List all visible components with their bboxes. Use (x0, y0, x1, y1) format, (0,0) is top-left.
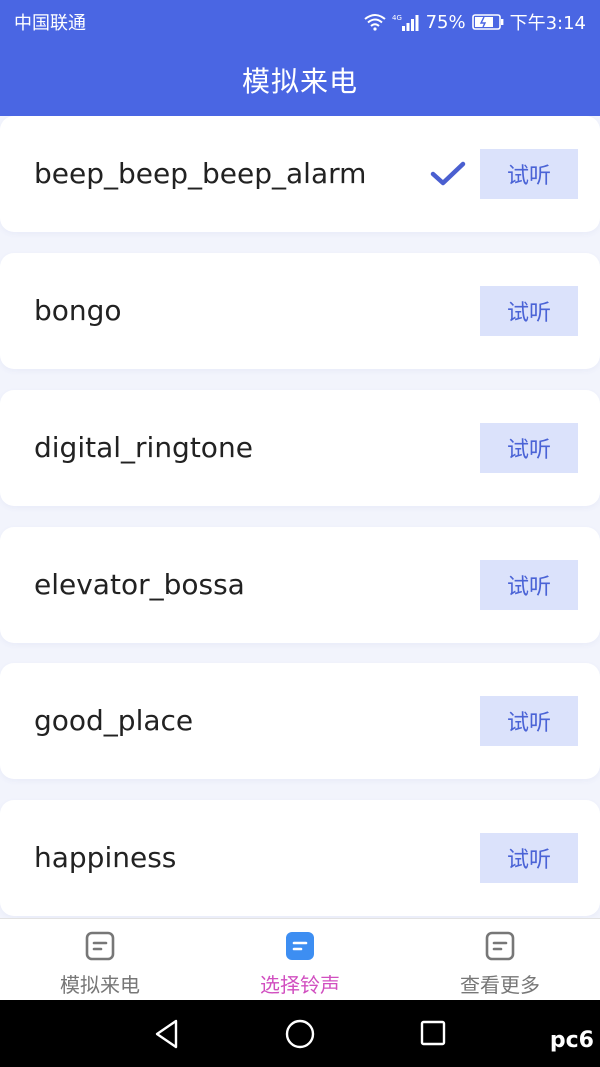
ringtone-item[interactable]: good_place 试听 (0, 663, 600, 779)
watermark-logo: pc6 (549, 1028, 594, 1053)
battery-percent: 75% (425, 11, 466, 33)
ringtone-list[interactable]: beep_beep_beep_alarm 试听 bongo 试听 digital… (0, 116, 600, 918)
battery-icon (471, 14, 503, 30)
tab-label: 查看更多 (460, 973, 540, 997)
tab-simulate-call[interactable]: 模拟来电 (0, 919, 200, 1000)
ringtone-item[interactable]: happiness 试听 (0, 800, 600, 916)
network-type-label: 4G (392, 14, 402, 22)
preview-button[interactable]: 试听 (480, 423, 578, 473)
clock: 下午3:14 (509, 13, 586, 34)
ringtone-name: beep_beep_beep_alarm (34, 157, 367, 190)
page-title: 模拟来电 (241, 65, 358, 98)
ringtone-name: elevator_bossa (34, 568, 245, 601)
home-icon[interactable] (284, 1018, 316, 1050)
screen: 中国联通 4G 75% 下午3:14 模拟来电 beep_beep_beep_a… (0, 0, 600, 1067)
bottom-tab-bar: 模拟来电 选择铃声 查看更多 (0, 918, 600, 1000)
signal-icon: 4G (392, 14, 419, 31)
preview-button[interactable]: 试听 (480, 286, 578, 336)
tab-select-ringtone[interactable]: 选择铃声 (200, 919, 400, 1000)
ringtone-name: good_place (34, 704, 194, 737)
recent-apps-icon[interactable] (420, 1020, 446, 1046)
document-icon (485, 931, 515, 961)
preview-button[interactable]: 试听 (480, 149, 578, 199)
tab-label: 模拟来电 (60, 973, 140, 997)
document-icon (286, 932, 314, 960)
preview-button[interactable]: 试听 (480, 560, 578, 610)
tab-see-more[interactable]: 查看更多 (400, 919, 600, 1000)
tab-label: 选择铃声 (260, 973, 340, 997)
system-nav-bar: pc6 (0, 1000, 600, 1067)
app-bar: 中国联通 4G 75% 下午3:14 模拟来电 (0, 0, 600, 116)
ringtone-item[interactable]: bongo 试听 (0, 253, 600, 369)
ringtone-item[interactable]: elevator_bossa 试听 (0, 527, 600, 643)
ringtone-item[interactable]: digital_ringtone 试听 (0, 390, 600, 506)
preview-button[interactable]: 试听 (480, 833, 578, 883)
back-icon[interactable] (152, 1018, 182, 1050)
status-indicators: 4G 75% 下午3:14 (363, 9, 586, 35)
document-icon (85, 931, 115, 961)
wifi-icon (363, 14, 386, 31)
ringtone-name: happiness (34, 841, 177, 874)
ringtone-item[interactable]: beep_beep_beep_alarm 试听 (0, 116, 600, 232)
status-bar: 中国联通 4G 75% 下午3:14 (0, 0, 600, 40)
ringtone-name: bongo (34, 294, 122, 327)
check-icon (430, 161, 466, 186)
carrier-label: 中国联通 (14, 13, 86, 34)
preview-button[interactable]: 试听 (480, 696, 578, 746)
ringtone-name: digital_ringtone (34, 431, 253, 464)
